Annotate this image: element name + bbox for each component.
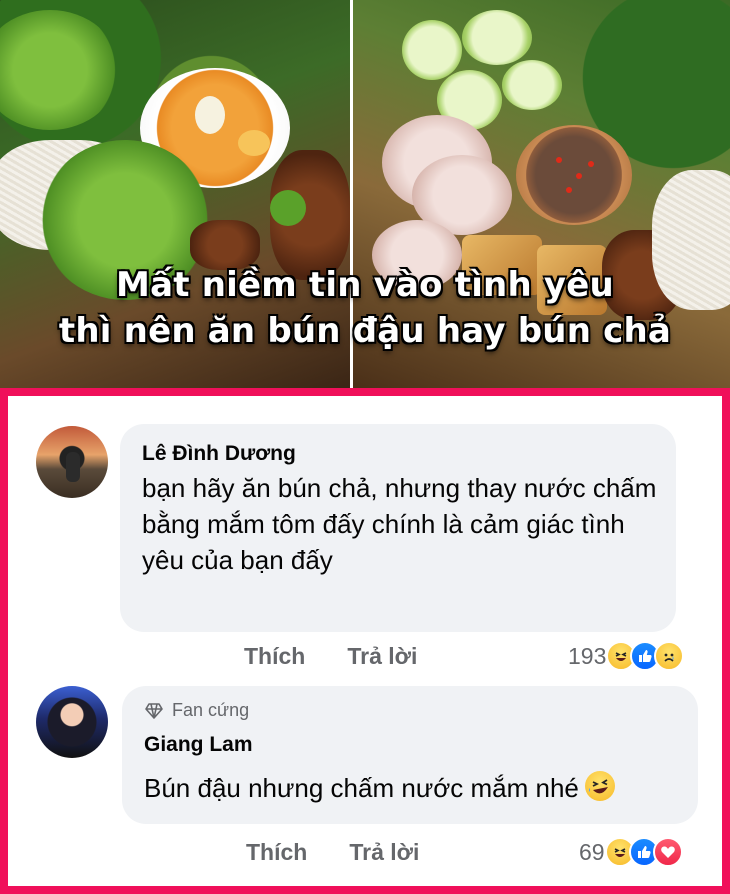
like-button[interactable]: Thích (246, 839, 307, 866)
comment-author[interactable]: Lê Đình Dương (142, 442, 296, 466)
banner-title-line-1: Mất niềm tin vào tình yêu (116, 265, 614, 305)
carrot-slice (238, 130, 270, 156)
sad-reaction-icon (654, 641, 685, 671)
top-fan-badge: Fan cứng (144, 700, 249, 721)
comment-author[interactable]: Giang Lam (144, 733, 253, 757)
comment-text-wrap: Bún đậu nhưng chấm nước mắm nhé (144, 770, 615, 806)
reaction-summary[interactable]: 193 (568, 641, 685, 671)
like-button[interactable]: Thích (244, 643, 305, 670)
avatar[interactable] (36, 426, 108, 498)
comment-actions: Thích Trả lời (244, 643, 417, 670)
comment-text: Bún đậu nhưng chấm nước mắm nhé (144, 773, 579, 803)
banner-title-line-2: thì nên ăn bún đậu hay bún chả (58, 311, 672, 351)
rofl-emoji-icon (584, 771, 615, 801)
food-photo-banner: Mất niềm tin vào tình yêu thì nên ăn bún… (0, 0, 730, 388)
reply-button[interactable]: Trả lời (349, 839, 419, 866)
pickle-slice (195, 96, 225, 134)
diamond-icon (145, 702, 163, 719)
lettuce-top (0, 10, 120, 130)
reaction-summary[interactable]: 69 (579, 837, 683, 867)
comments-panel: Lê Đình Dương bạn hãy ăn bún chả, nhưng … (0, 388, 730, 894)
banner-title: Mất niềm tin vào tình yêu thì nên ăn bún… (0, 262, 730, 354)
reaction-count: 193 (568, 642, 607, 669)
comment-bubble: Lê Đình Dương bạn hãy ăn bún chả, nhưng … (120, 424, 676, 632)
comment-actions: Thích Trả lời (246, 839, 419, 866)
love-reaction-icon (652, 837, 683, 867)
comment-text: bạn hãy ăn bún chả, nhưng thay nước chấm… (142, 473, 657, 575)
cucumber-2 (462, 10, 532, 65)
lime (270, 190, 306, 226)
reply-button[interactable]: Trả lời (347, 643, 417, 670)
top-fan-label: Fan cứng (172, 700, 250, 720)
comment-bubble: Fan cứng Giang Lam Bún đậu nhưng chấm nư… (122, 686, 698, 824)
shrimp-paste-bowl (516, 125, 632, 225)
cucumber-1 (402, 20, 462, 80)
reaction-count: 69 (579, 838, 605, 865)
avatar[interactable] (36, 686, 108, 758)
cucumber-4 (502, 60, 562, 110)
